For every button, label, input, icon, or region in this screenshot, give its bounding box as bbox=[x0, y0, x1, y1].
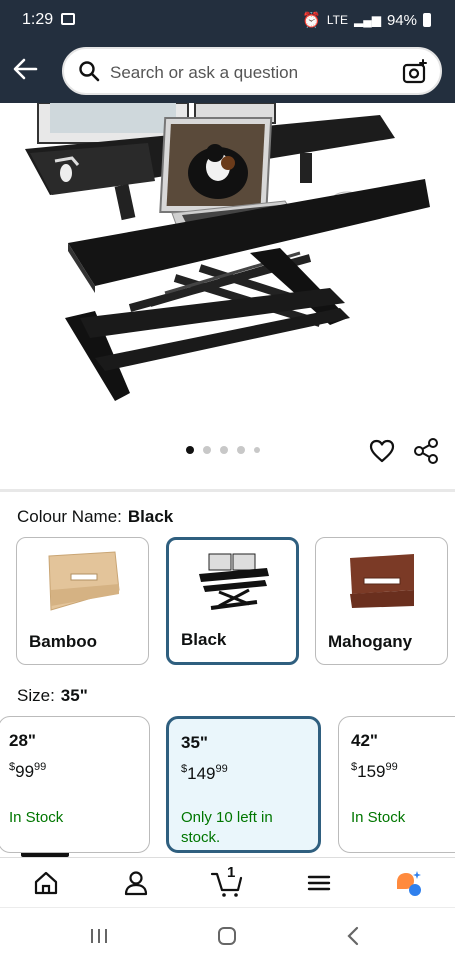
status-right: ⏰ LTE ▂▄▆ 94% bbox=[302, 11, 431, 29]
pager-dot[interactable] bbox=[186, 446, 194, 454]
size-value: 42" bbox=[351, 731, 378, 750]
size-label: Size: 35" bbox=[17, 686, 88, 706]
size-option-35[interactable]: 35" $14999 Only 10 left in stock. bbox=[166, 716, 321, 853]
search-bar[interactable]: Search or ask a question bbox=[62, 47, 442, 95]
section-divider bbox=[0, 489, 455, 492]
bamboo-desk-thumbnail bbox=[47, 551, 120, 611]
system-navigation-bar bbox=[0, 907, 455, 960]
price-fraction: 99 bbox=[385, 761, 398, 773]
cart-button[interactable]: 1 bbox=[210, 864, 246, 898]
size-selected-value: 35" bbox=[60, 686, 88, 705]
camera-search-icon[interactable] bbox=[402, 59, 428, 85]
price-whole: 159 bbox=[357, 762, 386, 781]
network-label: LTE bbox=[326, 13, 348, 27]
pager-dot[interactable] bbox=[237, 446, 245, 454]
price-whole: 149 bbox=[187, 764, 216, 783]
colour-selected-value: Black bbox=[127, 507, 174, 526]
stock-status: In Stock bbox=[351, 809, 406, 826]
price: $9999 bbox=[9, 761, 137, 782]
mahogany-desk-thumbnail bbox=[349, 554, 414, 608]
price-fraction: 99 bbox=[215, 763, 228, 775]
status-bar: 1:29 ⏰ LTE ▂▄▆ 94% bbox=[0, 0, 455, 40]
signal-icon: ▂▄▆ bbox=[354, 13, 381, 27]
search-icon bbox=[79, 61, 100, 82]
assistant-icon[interactable] bbox=[393, 868, 423, 898]
back-arrow-icon[interactable] bbox=[12, 56, 38, 82]
home-system-icon[interactable] bbox=[216, 925, 238, 947]
home-icon[interactable] bbox=[31, 868, 61, 898]
recent-apps-icon[interactable] bbox=[88, 925, 110, 947]
colour-option-label: Bamboo bbox=[29, 632, 97, 651]
stock-status: In Stock bbox=[9, 809, 64, 826]
colour-name-label: Colour Name: Black bbox=[17, 507, 173, 527]
bottom-navigation: 1 bbox=[0, 857, 455, 907]
price: $15999 bbox=[351, 761, 455, 782]
app-header: 1:29 ⏰ LTE ▂▄▆ 94% Search or ask a quest… bbox=[0, 0, 455, 103]
colour-option-label: Black bbox=[181, 630, 227, 649]
colour-option-bamboo[interactable]: Bamboo bbox=[16, 537, 149, 665]
menu-icon[interactable] bbox=[304, 868, 334, 898]
pager-dot[interactable] bbox=[203, 446, 211, 454]
colour-option-black[interactable]: Black bbox=[166, 537, 299, 665]
pager-dot[interactable] bbox=[220, 446, 228, 454]
account-icon[interactable] bbox=[121, 868, 151, 898]
price-fraction: 99 bbox=[34, 761, 47, 773]
gallery-notification-icon bbox=[61, 13, 75, 25]
search-placeholder: Search or ask a question bbox=[110, 63, 299, 82]
black-desk-thumbnail bbox=[198, 553, 269, 610]
back-system-icon[interactable] bbox=[343, 925, 365, 947]
size-option-42[interactable]: 42" $15999 In Stock bbox=[338, 716, 455, 853]
colour-label-text: Colour Name: bbox=[17, 507, 122, 526]
size-option-28[interactable]: 28" $9999 In Stock bbox=[0, 716, 150, 853]
heart-icon[interactable] bbox=[369, 438, 395, 464]
product-image[interactable] bbox=[0, 103, 455, 430]
status-time: 1:29 bbox=[22, 11, 54, 28]
price-whole: 99 bbox=[15, 762, 35, 781]
image-pager[interactable] bbox=[186, 446, 260, 454]
price: $14999 bbox=[181, 763, 306, 784]
colour-option-label: Mahogany bbox=[328, 632, 413, 651]
battery-icon bbox=[423, 13, 431, 27]
cart-count: 1 bbox=[227, 864, 236, 881]
size-value: 35" bbox=[181, 733, 208, 752]
size-label-text: Size: bbox=[17, 686, 55, 705]
share-icon[interactable] bbox=[412, 437, 440, 465]
alarm-icon: ⏰ bbox=[302, 12, 321, 29]
stock-status: Only 10 left in stock. bbox=[181, 809, 273, 846]
colour-option-mahogany[interactable]: Mahogany bbox=[315, 537, 448, 665]
size-value: 28" bbox=[9, 731, 36, 750]
pager-dot[interactable] bbox=[254, 447, 260, 453]
standing-desk-image bbox=[25, 103, 430, 401]
battery-percent: 94% bbox=[386, 11, 417, 29]
